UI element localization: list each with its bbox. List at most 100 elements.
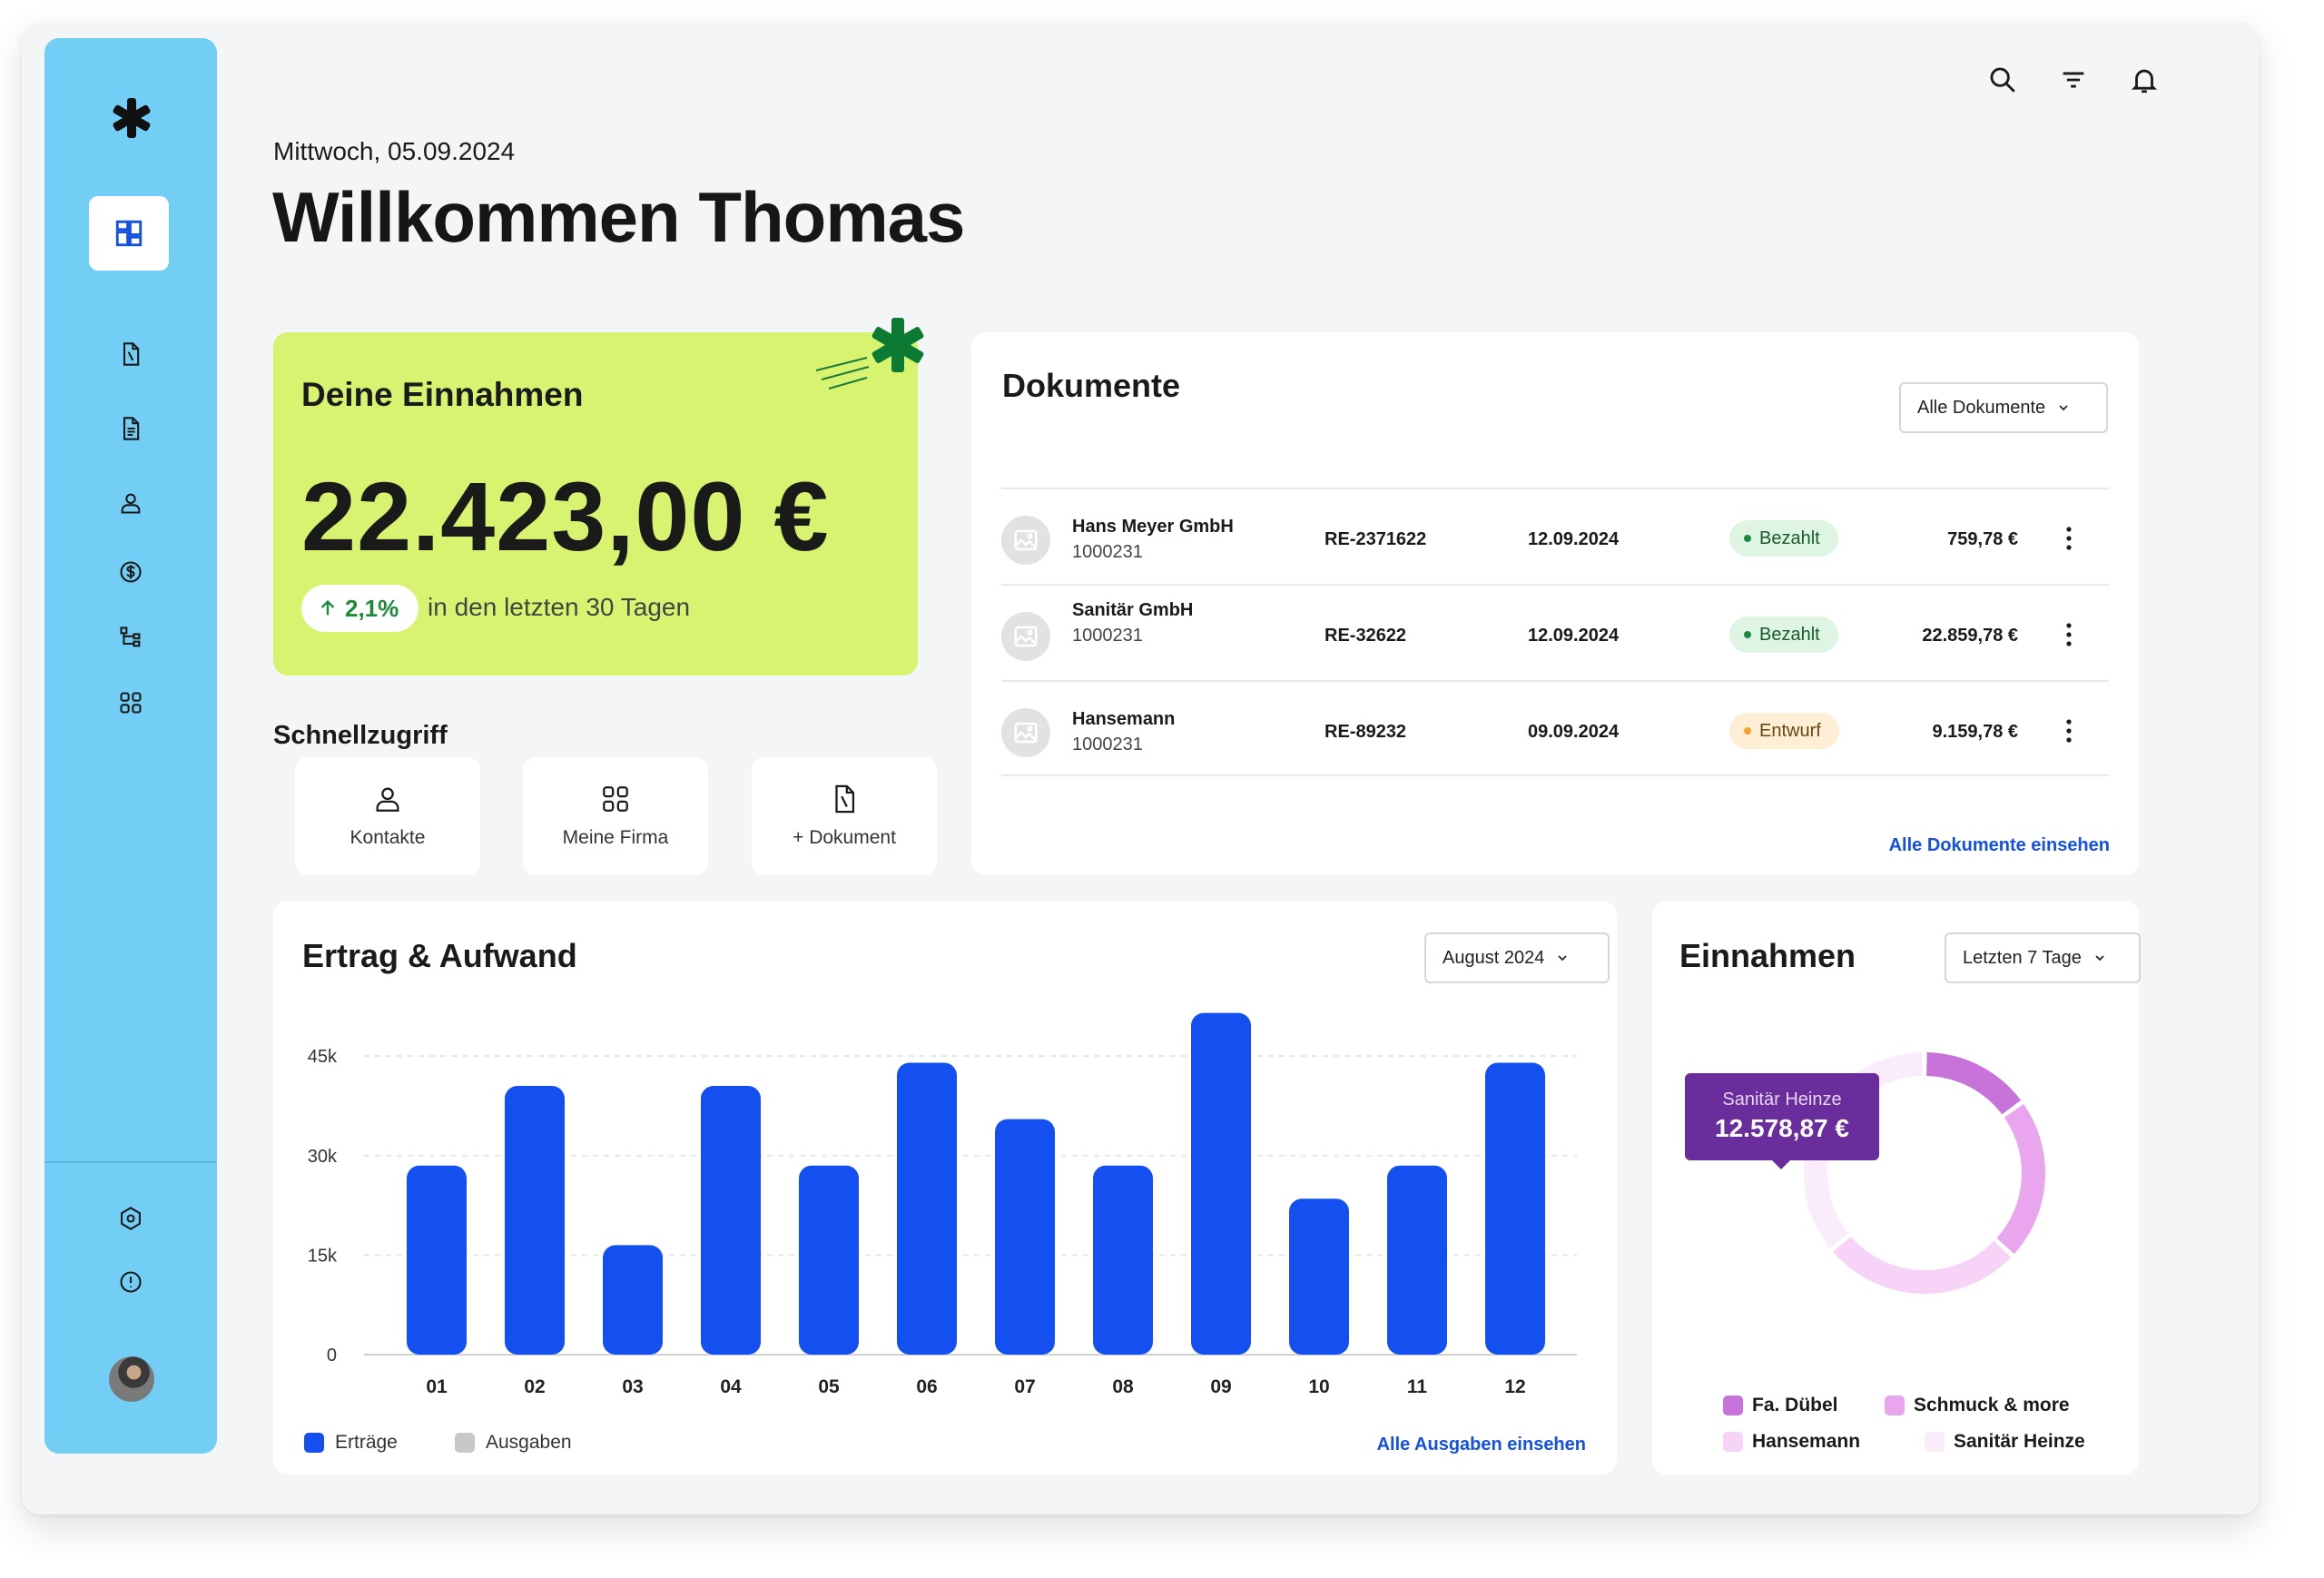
table-row[interactable]: Hansemann 1000231 RE-89232 09.09.2024 En… [1001, 680, 2109, 776]
avatar[interactable] [109, 1356, 154, 1402]
sidebar-item-finance[interactable] [118, 559, 143, 585]
arrow-up-icon [320, 599, 335, 616]
donut-legend-label: Sanitär Heinze [1954, 1431, 2085, 1452]
earnings-donut-chart [1804, 1052, 2045, 1294]
change-badge: 2,1% [301, 585, 419, 632]
doc-client-name: Hansemann [1072, 709, 1176, 729]
row-menu-button[interactable] [2060, 618, 2078, 651]
donut-segment[interactable] [1925, 1052, 2022, 1115]
sidebar-item-apps[interactable] [118, 690, 143, 715]
status-badge: Bezahlt [1729, 520, 1838, 557]
sidebar-item-settings[interactable] [118, 1206, 143, 1231]
status-label: Bezahlt [1759, 528, 1820, 548]
doc-date: 12.09.2024 [1528, 626, 1620, 646]
row-menu-button[interactable] [2060, 715, 2078, 747]
apps-icon [603, 786, 628, 812]
document-icon [835, 784, 855, 814]
current-date: Mittwoch, 05.09.2024 [273, 137, 516, 165]
income-period: in den letzten 30 Tagen [428, 593, 691, 621]
bar-01[interactable] [407, 1165, 467, 1355]
asterisk-decoration-icon [815, 318, 924, 390]
legend-item-expenses: Ausgaben [455, 1432, 572, 1454]
doc-amount: 759,78 € [1947, 529, 2018, 549]
page-title: Willkommen Thomas [272, 177, 965, 257]
donut-legend-item: Sanitär Heinze [1925, 1431, 2085, 1453]
x-tick-label: 06 [916, 1376, 937, 1397]
x-tick-label: 05 [818, 1376, 840, 1397]
image-placeholder-icon [1001, 612, 1050, 661]
search-button[interactable] [1984, 62, 2021, 98]
image-placeholder-icon [1001, 516, 1050, 565]
bar-06[interactable] [897, 1062, 957, 1355]
quick-access-label: Schnellzugriff [273, 721, 448, 750]
donut-legend-item: Fa. Dübel [1723, 1395, 1838, 1416]
income-value: 22.423,00 € [301, 461, 830, 571]
bar-12[interactable] [1485, 1062, 1545, 1355]
income-card: Deine Einnahmen 22.423,00 € 2,1% in den … [273, 318, 924, 676]
bar-10[interactable] [1289, 1198, 1349, 1355]
sidebar-item-documents[interactable] [118, 341, 143, 367]
sidebar-item-structure[interactable] [118, 625, 143, 650]
tooltip-value: 12.578,87 € [1715, 1114, 1849, 1142]
quick-add-document-button[interactable]: + Dokument [752, 757, 937, 875]
settings-icon [121, 1207, 141, 1230]
bar-02[interactable] [505, 1086, 565, 1355]
row-menu-button[interactable] [2060, 522, 2078, 555]
more-vertical-icon [2066, 719, 2072, 743]
sidebar-item-contacts[interactable] [118, 490, 143, 516]
bar-09[interactable] [1191, 1012, 1251, 1355]
x-tick-label: 01 [426, 1376, 448, 1397]
dollar-icon [120, 561, 142, 583]
x-tick-label: 08 [1112, 1376, 1134, 1397]
revenue-card: Ertrag & Aufwand August 2024 0 15k 30k 45k 0… [273, 901, 1617, 1474]
user-icon [376, 787, 399, 812]
doc-amount: 22.859,78 € [1922, 626, 2018, 646]
all-documents-link[interactable]: Alle Dokumente einsehen [1889, 835, 2110, 856]
bar-07[interactable] [995, 1119, 1055, 1355]
bar-03[interactable] [603, 1245, 663, 1355]
filter-button[interactable] [2055, 62, 2092, 98]
x-tick-label: 03 [622, 1376, 643, 1397]
doc-date: 12.09.2024 [1528, 529, 1620, 549]
doc-id: RE-89232 [1324, 722, 1407, 742]
sidebar-item-invoices[interactable] [118, 416, 143, 441]
sidebar-item-dashboard[interactable] [89, 196, 169, 271]
document-icon [123, 342, 140, 366]
invoice-icon [123, 417, 140, 440]
x-tick-label: 04 [720, 1376, 742, 1397]
x-tick-label: 09 [1210, 1376, 1231, 1397]
x-tick-label: 07 [1014, 1376, 1035, 1397]
income-label: Deine Einnahmen [301, 376, 584, 413]
bar-08[interactable] [1093, 1165, 1153, 1355]
documents-filter-select[interactable]: Alle Dokumente [1899, 382, 2108, 433]
sidebar-item-info[interactable] [118, 1269, 143, 1295]
filter-icon [2063, 72, 2084, 88]
legend-item-income: Erträge [304, 1432, 398, 1454]
donut-legend-label: Hansemann [1752, 1431, 1861, 1452]
donut-tooltip: Sanitär Heinze 12.578,87 € [1685, 1073, 1879, 1169]
doc-client-number: 1000231 [1072, 542, 1143, 562]
documents-card: Dokumente Alle Dokumente Hans Meyer GmbH… [971, 332, 2139, 875]
more-vertical-icon [2066, 527, 2072, 550]
x-tick-label: 10 [1308, 1376, 1329, 1397]
doc-id: RE-2371622 [1324, 529, 1427, 549]
y-tick-label: 15k [308, 1246, 338, 1266]
all-expenses-link[interactable]: Alle Ausgaben einsehen [1377, 1435, 1586, 1455]
doc-id: RE-32622 [1324, 626, 1407, 646]
bar-11[interactable] [1387, 1165, 1447, 1355]
earnings-card: Einnahmen Letzten 7 Tage Sanitär Heinze … [1652, 901, 2141, 1474]
table-row[interactable]: Hans Meyer GmbH 1000231 RE-2371622 12.09… [1001, 488, 2109, 584]
x-tick-label: 12 [1504, 1376, 1525, 1397]
quick-company-button[interactable]: Meine Firma [523, 757, 708, 875]
notifications-button[interactable] [2126, 62, 2162, 98]
bar-05[interactable] [799, 1165, 859, 1355]
bar-04[interactable] [701, 1086, 761, 1355]
donut-segment[interactable] [1833, 1236, 2012, 1294]
quick-contacts-button[interactable]: Kontakte [295, 757, 480, 875]
more-vertical-icon [2066, 623, 2072, 646]
status-label: Bezahlt [1759, 624, 1820, 645]
bell-icon [2131, 69, 2158, 94]
legend-income-label: Erträge [335, 1432, 398, 1453]
donut-segment[interactable] [1996, 1103, 2045, 1255]
table-row[interactable]: Sanitär GmbH 1000231 RE-32622 12.09.2024… [1001, 584, 2109, 680]
